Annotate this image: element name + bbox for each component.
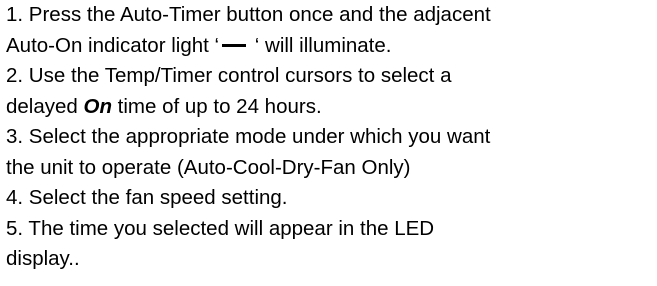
step-1-line-2: Auto-On indicator light ‘ ‘ will illumin… bbox=[6, 31, 657, 62]
on-emphasis: On bbox=[83, 94, 112, 118]
step-2-line-2-pre: delayed bbox=[6, 94, 84, 118]
step-2-line-2-post: time of up to 24 hours. bbox=[111, 94, 322, 118]
step-1-line-1: 1. Press the Auto-Timer button once and … bbox=[6, 3, 491, 26]
step-2-line-2: delayed On time of up to 24 hours. bbox=[6, 92, 657, 123]
step-1-line-2-post: ‘ will illuminate. bbox=[249, 33, 392, 57]
step-1-line-2-pre: Auto-On indicator light ‘ bbox=[6, 33, 220, 57]
step-2-line-1: 2. Use the Temp/Timer control cursors to… bbox=[6, 64, 452, 87]
instruction-steps: 1. Press the Auto-Timer button once and … bbox=[6, 0, 657, 275]
step-3-line-2: the unit to operate (Auto-Cool-Dry-Fan O… bbox=[6, 155, 411, 179]
step-3-line-1: 3. Select the appropriate mode under whi… bbox=[6, 125, 491, 148]
dash-indicator-icon bbox=[222, 43, 247, 47]
step-4-line-1: 4. Select the fan speed setting. bbox=[6, 186, 288, 209]
step-5-line-1: 5. The time you selected will appear in … bbox=[6, 216, 435, 240]
instruction-page: 1. Press the Auto-Timer button once and … bbox=[0, 0, 657, 286]
step-5-line-2: display.. bbox=[6, 247, 80, 270]
